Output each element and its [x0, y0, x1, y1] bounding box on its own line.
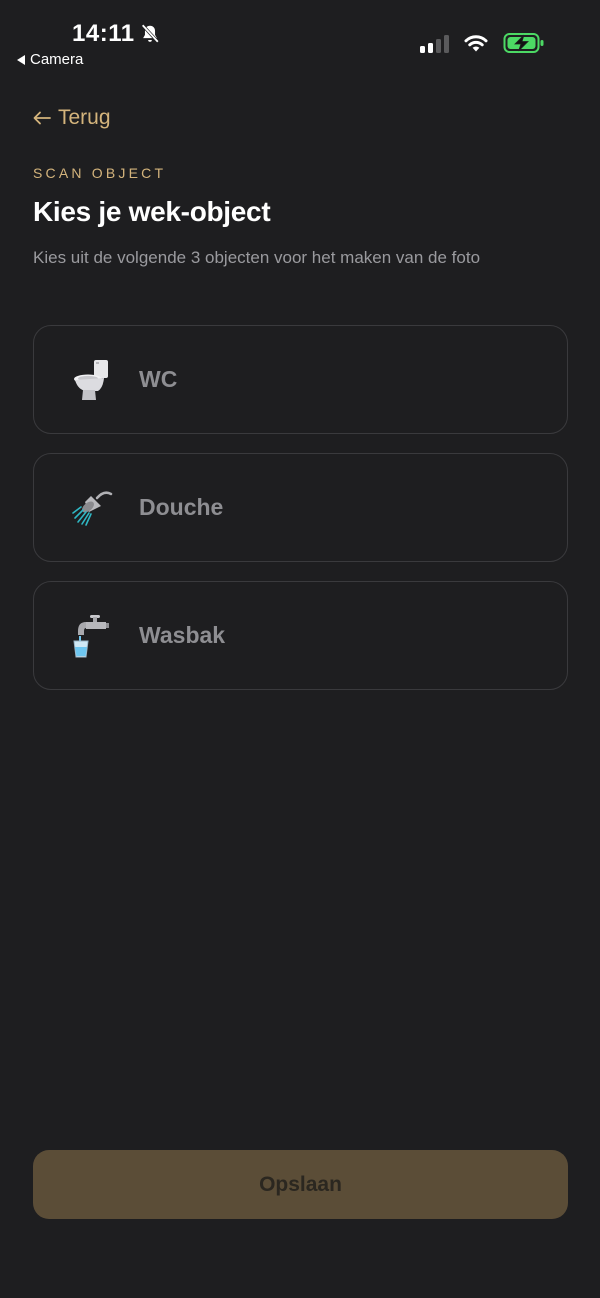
- status-time: 14:11: [72, 20, 161, 48]
- back-to-app[interactable]: Camera: [17, 51, 83, 68]
- wifi-icon: [464, 35, 488, 52]
- status-indicators: [420, 32, 545, 54]
- back-triangle-icon: [17, 54, 25, 65]
- battery-charging-icon: [503, 33, 544, 53]
- option-label: WC: [139, 366, 178, 392]
- option-wasbak[interactable]: Wasbak: [33, 581, 568, 690]
- arrow-left-icon: [33, 111, 51, 125]
- back-label: Terug: [58, 106, 111, 129]
- option-douche[interactable]: Douche: [33, 453, 568, 562]
- option-wc[interactable]: WC: [33, 325, 568, 434]
- back-app-label: Camera: [30, 51, 84, 68]
- cellular-signal-icon: [420, 33, 449, 53]
- shower-icon: [70, 484, 114, 532]
- object-options-list: WC Douche Wasbak: [33, 325, 568, 709]
- page-subtitle: Kies uit de volgende 3 objecten voor het…: [33, 248, 481, 267]
- faucet-icon: [70, 612, 114, 660]
- bell-muted-icon: [141, 24, 159, 43]
- option-label: Douche: [139, 494, 224, 520]
- screen: 14:11 Camera Terug SCAN OBJECT Kies je w…: [0, 0, 600, 1298]
- back-button[interactable]: Terug: [33, 106, 111, 130]
- option-label: Wasbak: [139, 622, 226, 648]
- toilet-icon: [70, 356, 114, 404]
- page-title: Kies je wek-object: [33, 196, 271, 227]
- section-overline: SCAN OBJECT: [33, 165, 167, 181]
- save-button[interactable]: Opslaan: [33, 1150, 568, 1219]
- clock-text: 14:11: [72, 20, 135, 47]
